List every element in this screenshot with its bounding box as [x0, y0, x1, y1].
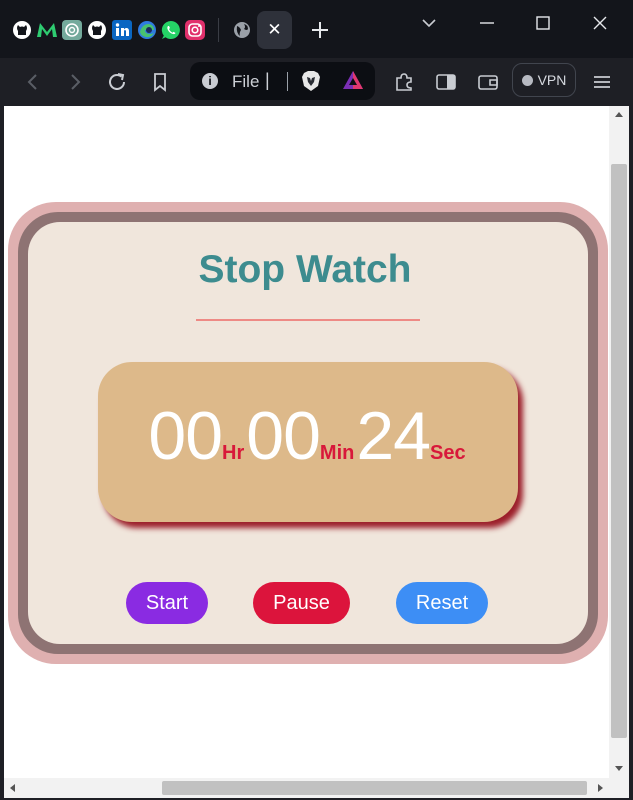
tab-list-chevron-icon[interactable] — [418, 12, 440, 34]
vertical-scrollbar[interactable] — [609, 106, 629, 778]
seconds-value: 24 — [356, 398, 431, 474]
stopwatch-frame: Stop Watch 00 Hr 00 Min 24 Sec Start Pau… — [18, 212, 598, 654]
start-button[interactable]: Start — [126, 582, 208, 624]
menu-hamburger-icon[interactable] — [590, 70, 614, 94]
close-tab-icon[interactable]: ✕ — [267, 20, 281, 40]
site-info-icon[interactable]: i — [202, 73, 218, 89]
instagram-icon[interactable] — [184, 19, 206, 41]
scroll-up-icon[interactable] — [615, 112, 623, 117]
scroll-left-icon[interactable] — [10, 784, 15, 792]
new-tab-button[interactable] — [308, 18, 332, 42]
page-viewport: Stop Watch 00 Hr 00 Min 24 Sec Start Pau… — [4, 106, 609, 778]
url-scheme-label: File — [232, 72, 260, 91]
scroll-down-icon[interactable] — [615, 766, 623, 771]
close-window-button[interactable] — [589, 12, 611, 34]
vpn-status-icon — [521, 74, 533, 86]
minutes-value: 00 — [246, 398, 321, 474]
url-divider — [287, 72, 288, 91]
hours-value: 00 — [148, 398, 223, 474]
seconds-unit: Sec — [430, 442, 466, 464]
whatsapp-icon[interactable] — [160, 19, 182, 41]
wallet-icon[interactable] — [476, 70, 500, 94]
stopwatch-outer-border: Stop Watch 00 Hr 00 Min 24 Sec Start Pau… — [8, 202, 608, 664]
horizontal-scroll-thumb[interactable] — [162, 781, 587, 795]
edge-icon[interactable] — [136, 19, 158, 41]
horizontal-scrollbar[interactable] — [4, 778, 609, 798]
bookmark-icon[interactable] — [148, 70, 172, 94]
text-cursor: | — [265, 70, 270, 90]
linkedin-icon[interactable] — [111, 19, 133, 41]
extensions-puzzle-icon[interactable] — [392, 70, 416, 94]
globe-icon[interactable] — [231, 19, 253, 41]
pause-button[interactable]: Pause — [253, 582, 350, 624]
page-title: Stop Watch — [198, 248, 412, 291]
scroll-right-icon[interactable] — [598, 784, 603, 792]
chatgpt-icon[interactable] — [61, 19, 83, 41]
reset-button[interactable]: Reset — [396, 582, 488, 624]
maximize-button[interactable] — [532, 12, 554, 34]
vpn-button[interactable]: VPN — [512, 63, 576, 97]
reload-icon[interactable] — [105, 70, 129, 94]
stopwatch-card: Stop Watch 00 Hr 00 Min 24 Sec Start Pau… — [28, 222, 588, 644]
hours-unit: Hr — [222, 442, 245, 464]
time-readout: 00 Hr 00 Min 24 Sec — [98, 402, 518, 482]
minimize-button[interactable] — [476, 12, 498, 34]
brave-rewards-icon[interactable] — [342, 70, 364, 95]
sidebar-toggle-icon[interactable] — [434, 70, 458, 94]
github-icon[interactable] — [11, 19, 33, 41]
back-arrow-icon[interactable] — [21, 70, 45, 94]
time-display: 00 Hr 00 Min 24 Sec — [98, 362, 518, 522]
vpn-label: VPN — [537, 72, 567, 88]
browser-toolbar: i File | VPN — [0, 58, 633, 106]
browser-tab-strip: ✕ — [0, 0, 633, 58]
title-underline — [196, 319, 420, 321]
tab-separator — [218, 18, 219, 42]
forward-arrow-icon[interactable] — [63, 70, 87, 94]
active-tab[interactable]: ✕ — [257, 11, 292, 49]
github-icon[interactable] — [86, 19, 108, 41]
minutes-unit: Min — [319, 442, 355, 464]
address-bar[interactable]: i File | — [190, 62, 375, 100]
scrollbar-corner — [609, 778, 629, 798]
vertical-scroll-thumb[interactable] — [611, 164, 627, 738]
medium-icon[interactable] — [36, 19, 58, 41]
brave-shield-icon[interactable] — [301, 70, 321, 97]
